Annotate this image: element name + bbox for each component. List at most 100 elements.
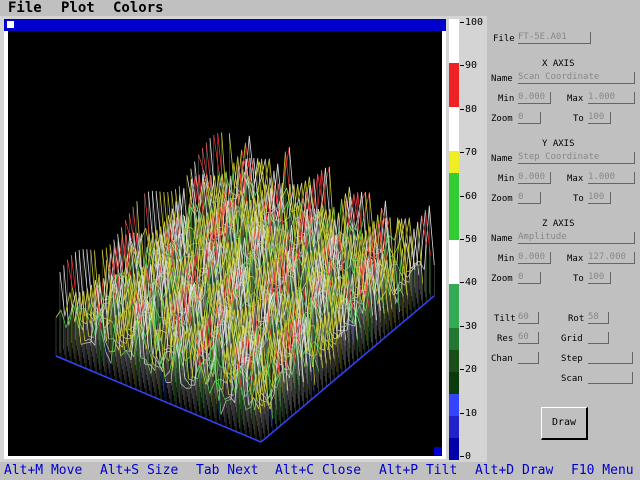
scale-tick-mark xyxy=(460,456,464,457)
scale-tick-label: 30 xyxy=(465,320,478,332)
x-min-field[interactable]: 0.000 xyxy=(518,92,551,104)
surface-mesh-line xyxy=(428,205,435,266)
scale-tick-label: 10 xyxy=(465,407,478,419)
status-menu[interactable]: F10 Menu xyxy=(571,463,634,479)
file-field[interactable]: FT-5E.A01 xyxy=(518,32,591,44)
scale-tick-mark xyxy=(460,108,464,110)
y-zoom-label: Zoom xyxy=(491,194,513,204)
scale-segment xyxy=(449,305,459,329)
scale-tick-label: 80 xyxy=(465,103,478,115)
status-size[interactable]: Alt+S Size xyxy=(100,463,178,479)
menu-bar: File Plot Colors xyxy=(0,0,640,16)
z-to-field[interactable]: 100 xyxy=(588,272,611,284)
x-name-label: Name xyxy=(491,74,513,84)
grid-field[interactable] xyxy=(588,332,609,344)
y-to-label: To xyxy=(573,194,584,204)
scale-segment xyxy=(449,41,459,64)
status-tilt[interactable]: Alt+P Tilt xyxy=(379,463,457,479)
x-min-label: Min xyxy=(498,94,515,104)
chan-label: Chan xyxy=(491,354,513,364)
x-zoom-label: Zoom xyxy=(491,114,513,124)
scale-tick-mark xyxy=(460,22,464,23)
scan-field[interactable] xyxy=(588,372,633,384)
y-zoom-field[interactable]: 0 xyxy=(518,192,541,204)
scale-segment xyxy=(449,371,459,395)
y-min-label: Min xyxy=(498,174,515,184)
scale-segment xyxy=(449,129,459,152)
scale-tick-label: 40 xyxy=(465,277,478,289)
y-to-field[interactable]: 100 xyxy=(588,192,611,204)
step-field[interactable] xyxy=(588,352,633,364)
scale-tick-label: 60 xyxy=(465,190,478,202)
scale-tick-mark xyxy=(460,195,464,197)
plot-window[interactable] xyxy=(4,19,446,459)
z-max-label: Max xyxy=(567,254,584,264)
grid-label: Grid xyxy=(561,334,583,344)
y-name-field[interactable]: Step Coordinate xyxy=(518,152,635,164)
x-max-field[interactable]: 1.000 xyxy=(588,92,635,104)
status-close[interactable]: Alt+C Close xyxy=(275,463,361,479)
menu-plot[interactable]: Plot xyxy=(61,0,95,16)
status-next[interactable]: Tab Next xyxy=(196,463,259,479)
scale-segment xyxy=(449,19,459,42)
scale-tick-mark xyxy=(460,325,464,327)
x-zoom-field[interactable]: 0 xyxy=(518,112,541,124)
scale-segment xyxy=(449,85,459,108)
scale-segment xyxy=(449,217,459,240)
file-label: File xyxy=(493,34,515,44)
x-to-label: To xyxy=(573,114,584,124)
scale-segment xyxy=(449,261,459,285)
y-max-field[interactable]: 1.000 xyxy=(588,172,635,184)
resize-handle-icon[interactable] xyxy=(434,447,442,455)
z-zoom-field[interactable]: 0 xyxy=(518,272,541,284)
z-max-field[interactable]: 127.000 xyxy=(588,252,635,264)
window-system-menu-icon[interactable] xyxy=(7,21,14,28)
draw-button[interactable]: Draw xyxy=(541,407,588,440)
surface-plot-area xyxy=(8,31,442,456)
scale-segment xyxy=(449,393,459,417)
z-min-field[interactable]: 0.000 xyxy=(518,252,551,264)
scale-segment xyxy=(449,107,459,130)
x-axis-heading: X AXIS xyxy=(542,59,575,69)
chan-field[interactable] xyxy=(518,352,539,364)
scale-segment xyxy=(449,327,459,351)
x-name-field[interactable]: Scan Coordinate xyxy=(518,72,635,84)
surface-mesh-line xyxy=(63,265,70,326)
scale-tick-mark xyxy=(460,369,464,371)
step-label: Step xyxy=(561,354,583,364)
surface-mesh-line xyxy=(67,259,73,288)
plot-window-titlebar[interactable] xyxy=(4,19,446,31)
tilt-field[interactable]: 60 xyxy=(518,312,539,324)
z-min-label: Min xyxy=(498,254,515,264)
scale-segment xyxy=(449,283,459,307)
menu-colors[interactable]: Colors xyxy=(113,0,164,16)
z-name-field[interactable]: Amplitude xyxy=(518,232,635,244)
status-bar: Alt+M Move Alt+S Size Tab Next Alt+C Clo… xyxy=(0,462,640,480)
scan-label: Scan xyxy=(561,374,583,384)
scale-segment xyxy=(449,195,459,218)
rot-field[interactable]: 58 xyxy=(588,312,609,324)
z-axis-heading: Z AXIS xyxy=(542,219,575,229)
color-scale-bar xyxy=(449,19,459,461)
status-move[interactable]: Alt+M Move xyxy=(4,463,82,479)
surface-plot xyxy=(55,132,435,443)
scale-tick-mark xyxy=(460,65,464,67)
y-min-field[interactable]: 0.000 xyxy=(518,172,551,184)
scale-segment xyxy=(449,415,459,439)
scale-tick-mark xyxy=(460,152,464,154)
scale-tick-label: 100 xyxy=(465,17,484,28)
y-max-label: Max xyxy=(567,174,584,184)
surface-mesh-line xyxy=(55,309,62,318)
menu-file[interactable]: File xyxy=(8,0,42,16)
scale-tick-mark xyxy=(460,239,464,240)
surface-mesh-line xyxy=(198,154,204,171)
scale-tick-mark xyxy=(460,282,464,284)
scale-segment xyxy=(449,151,459,174)
scale-tick-label: 50 xyxy=(465,234,478,245)
res-field[interactable]: 60 xyxy=(518,332,539,344)
x-to-field[interactable]: 100 xyxy=(588,112,611,124)
z-to-label: To xyxy=(573,274,584,284)
status-draw[interactable]: Alt+D Draw xyxy=(475,463,553,479)
z-name-label: Name xyxy=(491,234,513,244)
scale-tick-label: 0 xyxy=(465,451,472,462)
